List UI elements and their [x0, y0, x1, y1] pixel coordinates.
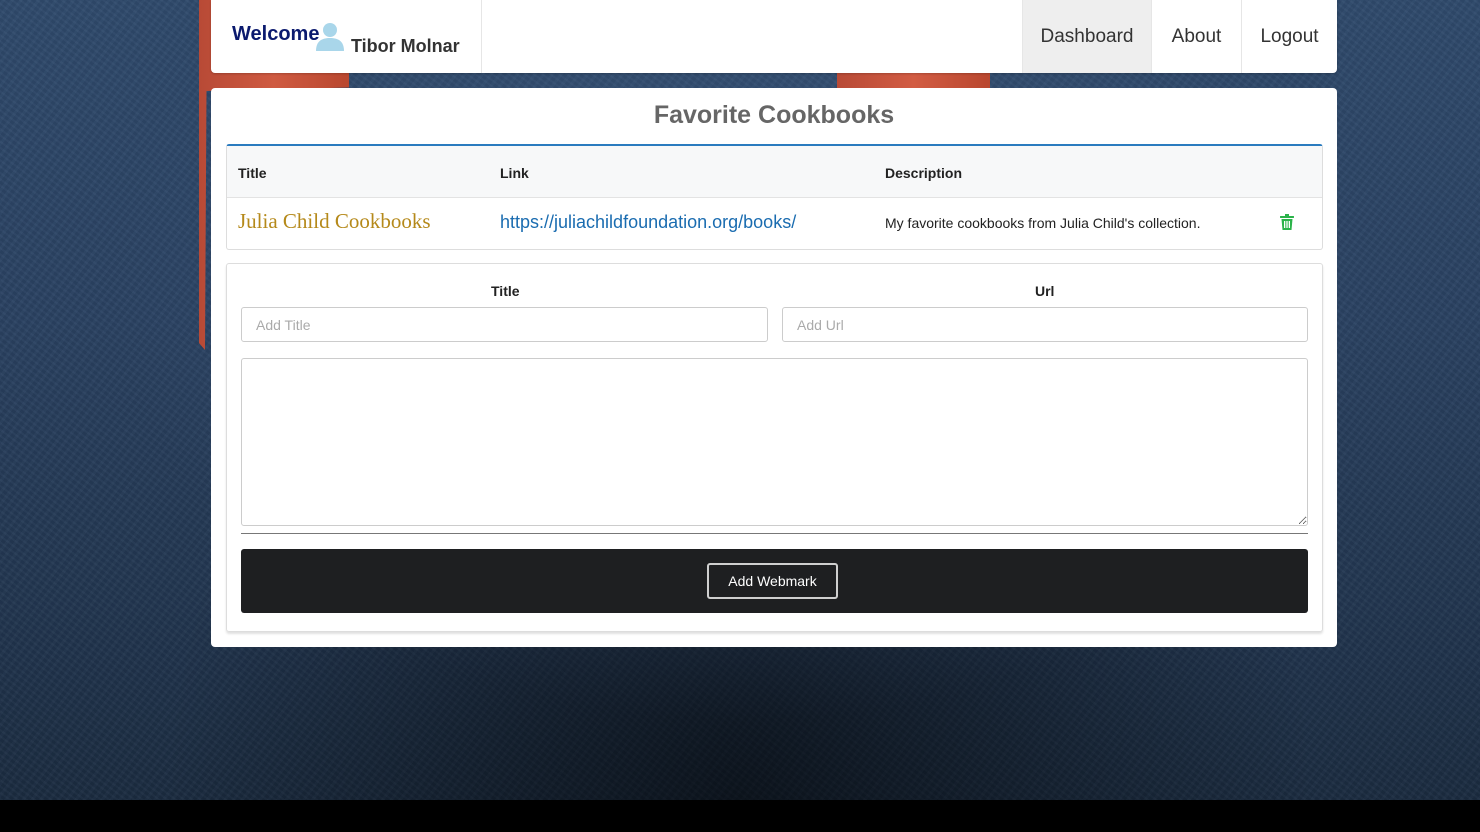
row-title: Julia Child Cookbooks: [238, 209, 431, 233]
column-header-link: Link: [500, 165, 529, 181]
row-description: My favorite cookbooks from Julia Child's…: [885, 215, 1201, 231]
url-label: Url: [1035, 283, 1055, 299]
add-webmark-form: Title Url Add Webmark: [226, 263, 1323, 632]
title-label: Title: [491, 283, 520, 299]
trash-icon[interactable]: [1280, 214, 1294, 235]
description-textarea[interactable]: [241, 358, 1308, 526]
column-header-title: Title: [238, 165, 267, 181]
cookbooks-panel: Favorite Cookbooks Title Link Descriptio…: [211, 88, 1337, 647]
page-title: Favorite Cookbooks: [653, 101, 895, 129]
table-header: Title Link Description: [227, 146, 1322, 198]
title-input[interactable]: [241, 307, 768, 342]
column-header-description: Description: [885, 165, 963, 181]
nav-dashboard[interactable]: Dashboard: [1022, 0, 1151, 73]
add-webmark-button[interactable]: Add Webmark: [707, 563, 838, 599]
nav-logout[interactable]: Logout: [1241, 0, 1337, 73]
nav-about[interactable]: About: [1151, 0, 1241, 73]
url-input[interactable]: [782, 307, 1308, 342]
webmarks-table: Title Link Description Julia Child Cookb…: [226, 144, 1323, 250]
divider: [241, 533, 1308, 534]
welcome-label: Welcome: [232, 23, 320, 45]
button-bar: Add Webmark: [241, 549, 1308, 613]
top-navbar: Welcome Tibor Molnar Dashboard About Log…: [211, 0, 1337, 73]
welcome-brand: Welcome Tibor Molnar: [211, 0, 482, 73]
username: Tibor Molnar: [351, 36, 460, 56]
user-icon: [315, 22, 345, 57]
row-link[interactable]: https://juliachildfoundation.org/books/: [500, 212, 796, 233]
